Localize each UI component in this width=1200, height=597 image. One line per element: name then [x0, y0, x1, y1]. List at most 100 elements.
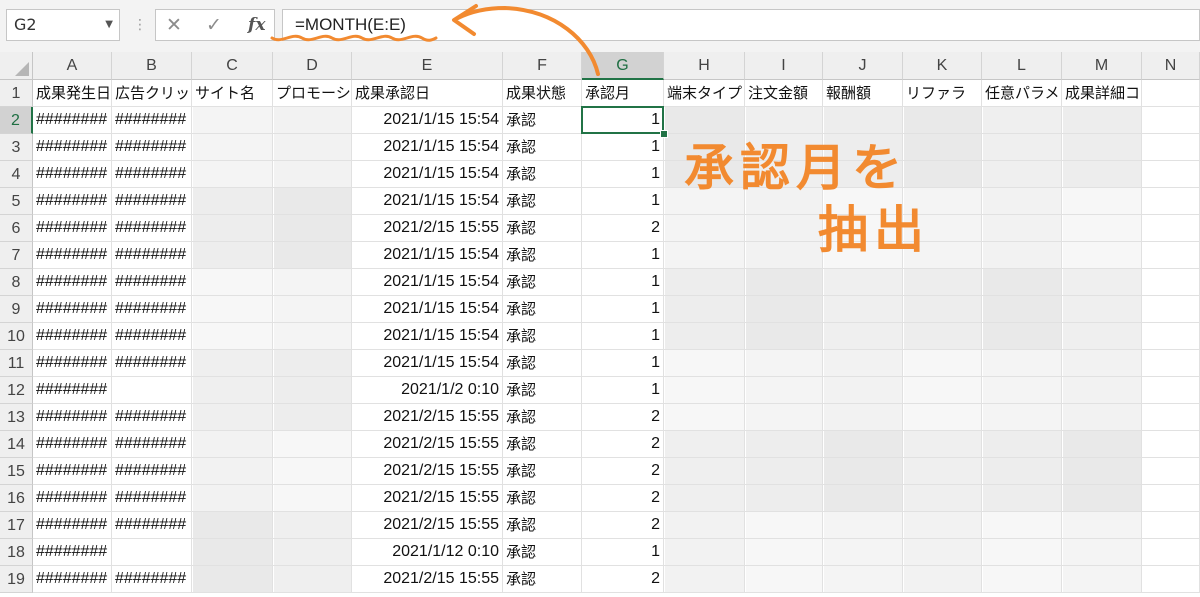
column-header-a[interactable]: A: [33, 52, 112, 80]
table-cell[interactable]: [982, 350, 1062, 377]
table-cell[interactable]: ########: [112, 566, 192, 593]
table-cell[interactable]: 1: [582, 323, 664, 350]
table-cell[interactable]: [192, 215, 273, 242]
table-cell[interactable]: [1062, 323, 1142, 350]
table-cell[interactable]: [192, 350, 273, 377]
table-cell[interactable]: 2: [582, 566, 664, 593]
table-cell[interactable]: [745, 377, 823, 404]
table-cell[interactable]: [823, 458, 903, 485]
table-cell[interactable]: 1: [582, 539, 664, 566]
table-cell[interactable]: 2021/1/12 0:10: [352, 539, 503, 566]
table-cell[interactable]: [112, 377, 192, 404]
table-cell[interactable]: [982, 161, 1062, 188]
table-cell[interactable]: [823, 377, 903, 404]
table-cell[interactable]: 承認: [503, 539, 582, 566]
table-cell[interactable]: 1: [582, 161, 664, 188]
column-header-i[interactable]: I: [745, 52, 823, 80]
table-cell[interactable]: ########: [33, 377, 112, 404]
table-cell[interactable]: [1142, 215, 1200, 242]
table-cell[interactable]: 2021/1/15 15:54: [352, 134, 503, 161]
table-cell[interactable]: [1142, 458, 1200, 485]
table-cell[interactable]: 2021/1/2 0:10: [352, 377, 503, 404]
table-cell[interactable]: ########: [112, 242, 192, 269]
row-header-4[interactable]: 4: [0, 161, 33, 188]
table-cell[interactable]: ########: [33, 134, 112, 161]
header-cell-k[interactable]: リファラ: [903, 80, 982, 107]
table-cell[interactable]: ########: [112, 350, 192, 377]
row-header-10[interactable]: 10: [0, 323, 33, 350]
table-cell[interactable]: 2: [582, 458, 664, 485]
table-cell[interactable]: [982, 377, 1062, 404]
table-cell[interactable]: [1062, 485, 1142, 512]
table-cell[interactable]: [1062, 404, 1142, 431]
table-cell[interactable]: [823, 485, 903, 512]
table-cell[interactable]: 承認: [503, 188, 582, 215]
table-cell[interactable]: [273, 512, 352, 539]
row-header-19[interactable]: 19: [0, 566, 33, 593]
table-cell[interactable]: [273, 161, 352, 188]
table-cell[interactable]: [903, 485, 982, 512]
table-cell[interactable]: [823, 107, 903, 134]
column-header-k[interactable]: K: [903, 52, 982, 80]
column-header-e[interactable]: E: [352, 52, 503, 80]
table-cell[interactable]: 承認: [503, 377, 582, 404]
table-cell[interactable]: 2021/2/15 15:55: [352, 404, 503, 431]
table-cell[interactable]: [273, 134, 352, 161]
table-cell[interactable]: 承認: [503, 485, 582, 512]
table-cell[interactable]: [982, 242, 1062, 269]
table-cell[interactable]: 1: [582, 134, 664, 161]
table-cell[interactable]: [273, 188, 352, 215]
table-cell[interactable]: [664, 323, 745, 350]
header-cell-e[interactable]: 成果承認日: [352, 80, 503, 107]
table-cell[interactable]: 承認: [503, 161, 582, 188]
active-cell-g2[interactable]: [581, 106, 664, 134]
table-cell[interactable]: [1062, 296, 1142, 323]
table-cell[interactable]: [1062, 512, 1142, 539]
table-cell[interactable]: [192, 242, 273, 269]
table-cell[interactable]: ########: [112, 107, 192, 134]
table-cell[interactable]: ########: [112, 161, 192, 188]
table-cell[interactable]: [982, 134, 1062, 161]
table-cell[interactable]: ########: [33, 242, 112, 269]
table-cell[interactable]: [1062, 350, 1142, 377]
column-header-h[interactable]: H: [664, 52, 745, 80]
table-cell[interactable]: [192, 566, 273, 593]
table-cell[interactable]: [273, 485, 352, 512]
header-cell-i[interactable]: 注文金額: [745, 80, 823, 107]
table-cell[interactable]: [192, 161, 273, 188]
table-cell[interactable]: [982, 107, 1062, 134]
table-cell[interactable]: [192, 134, 273, 161]
table-cell[interactable]: [192, 404, 273, 431]
table-cell[interactable]: ########: [33, 485, 112, 512]
row-header-1[interactable]: 1: [0, 80, 33, 107]
table-cell[interactable]: ########: [112, 215, 192, 242]
table-cell[interactable]: ########: [33, 431, 112, 458]
row-header-16[interactable]: 16: [0, 485, 33, 512]
row-header-12[interactable]: 12: [0, 377, 33, 404]
table-cell[interactable]: [903, 566, 982, 593]
table-cell[interactable]: ########: [33, 458, 112, 485]
table-cell[interactable]: ########: [112, 296, 192, 323]
table-cell[interactable]: 2021/2/15 15:55: [352, 458, 503, 485]
table-cell[interactable]: 2021/2/15 15:55: [352, 431, 503, 458]
table-cell[interactable]: [823, 404, 903, 431]
table-cell[interactable]: ########: [33, 539, 112, 566]
table-cell[interactable]: [192, 269, 273, 296]
header-cell-m[interactable]: 成果詳細コード: [1062, 80, 1142, 107]
header-cell-b[interactable]: 広告クリック: [112, 80, 192, 107]
table-cell[interactable]: [664, 377, 745, 404]
table-cell[interactable]: [273, 404, 352, 431]
table-cell[interactable]: [745, 566, 823, 593]
table-cell[interactable]: [664, 296, 745, 323]
table-cell[interactable]: 承認: [503, 134, 582, 161]
table-cell[interactable]: [273, 296, 352, 323]
table-cell[interactable]: [982, 215, 1062, 242]
column-header-b[interactable]: B: [112, 52, 192, 80]
table-cell[interactable]: ########: [33, 107, 112, 134]
table-cell[interactable]: [745, 404, 823, 431]
table-cell[interactable]: ########: [112, 458, 192, 485]
insert-function-icon[interactable]: fx: [248, 12, 265, 38]
table-cell[interactable]: 1: [582, 242, 664, 269]
table-cell[interactable]: [273, 377, 352, 404]
table-cell[interactable]: 2021/1/15 15:54: [352, 323, 503, 350]
